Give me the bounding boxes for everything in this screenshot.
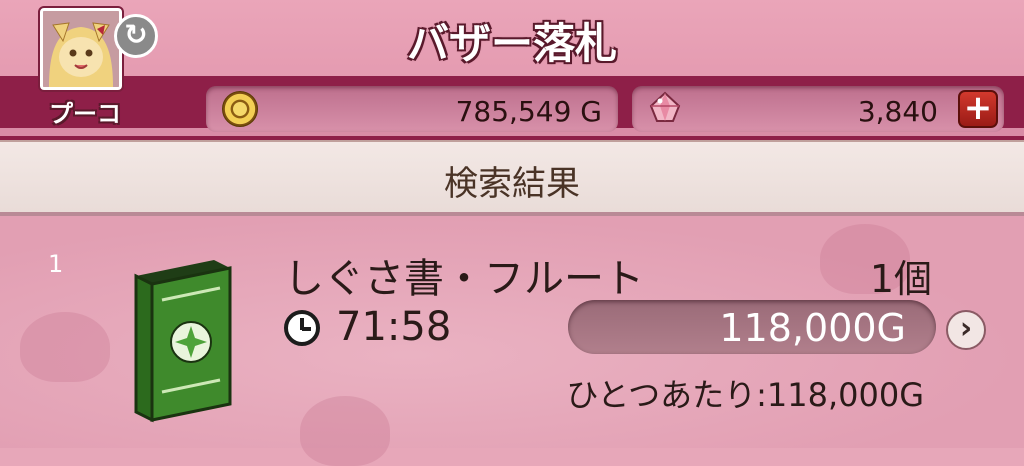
time-remaining: 71:58 xyxy=(336,304,452,350)
results-header: 検索結果 xyxy=(0,140,1024,216)
item-index: 1 xyxy=(48,250,64,278)
item-quantity: 1個 xyxy=(869,257,932,301)
character-portrait-icon xyxy=(43,11,119,87)
add-gems-button[interactable]: + xyxy=(958,90,998,128)
unit-price: ひとつあたり:118,000G xyxy=(566,376,924,414)
character-name: プーコ xyxy=(49,100,121,128)
results-title: 検索結果 xyxy=(444,164,580,204)
gold-balance: 785,549 G xyxy=(206,86,618,132)
swap-character-icon[interactable]: ↻ xyxy=(114,14,158,58)
price-display: 118,000G xyxy=(568,300,936,354)
clock-icon xyxy=(284,310,320,346)
results-list: 1 しぐさ書・フルート 1個 71:58 118,000G › ひとつあたり:1… xyxy=(0,216,1024,466)
item-price: 118,000G xyxy=(719,306,906,350)
list-item[interactable]: 1 しぐさ書・フルート 1個 71:58 118,000G › ひとつあたり:1… xyxy=(0,216,1024,448)
gem-icon xyxy=(649,91,681,122)
green-book-icon xyxy=(134,260,232,423)
gem-amount: 3,840 xyxy=(857,95,938,128)
gold-amount: 785,549 G xyxy=(455,95,602,128)
chevron-right-icon[interactable]: › xyxy=(946,310,986,350)
avatar[interactable] xyxy=(40,8,122,90)
gem-balance: 3,840 + xyxy=(632,86,1004,132)
gold-coin-icon xyxy=(222,91,258,127)
item-name: しぐさ書・フルート xyxy=(284,256,644,302)
